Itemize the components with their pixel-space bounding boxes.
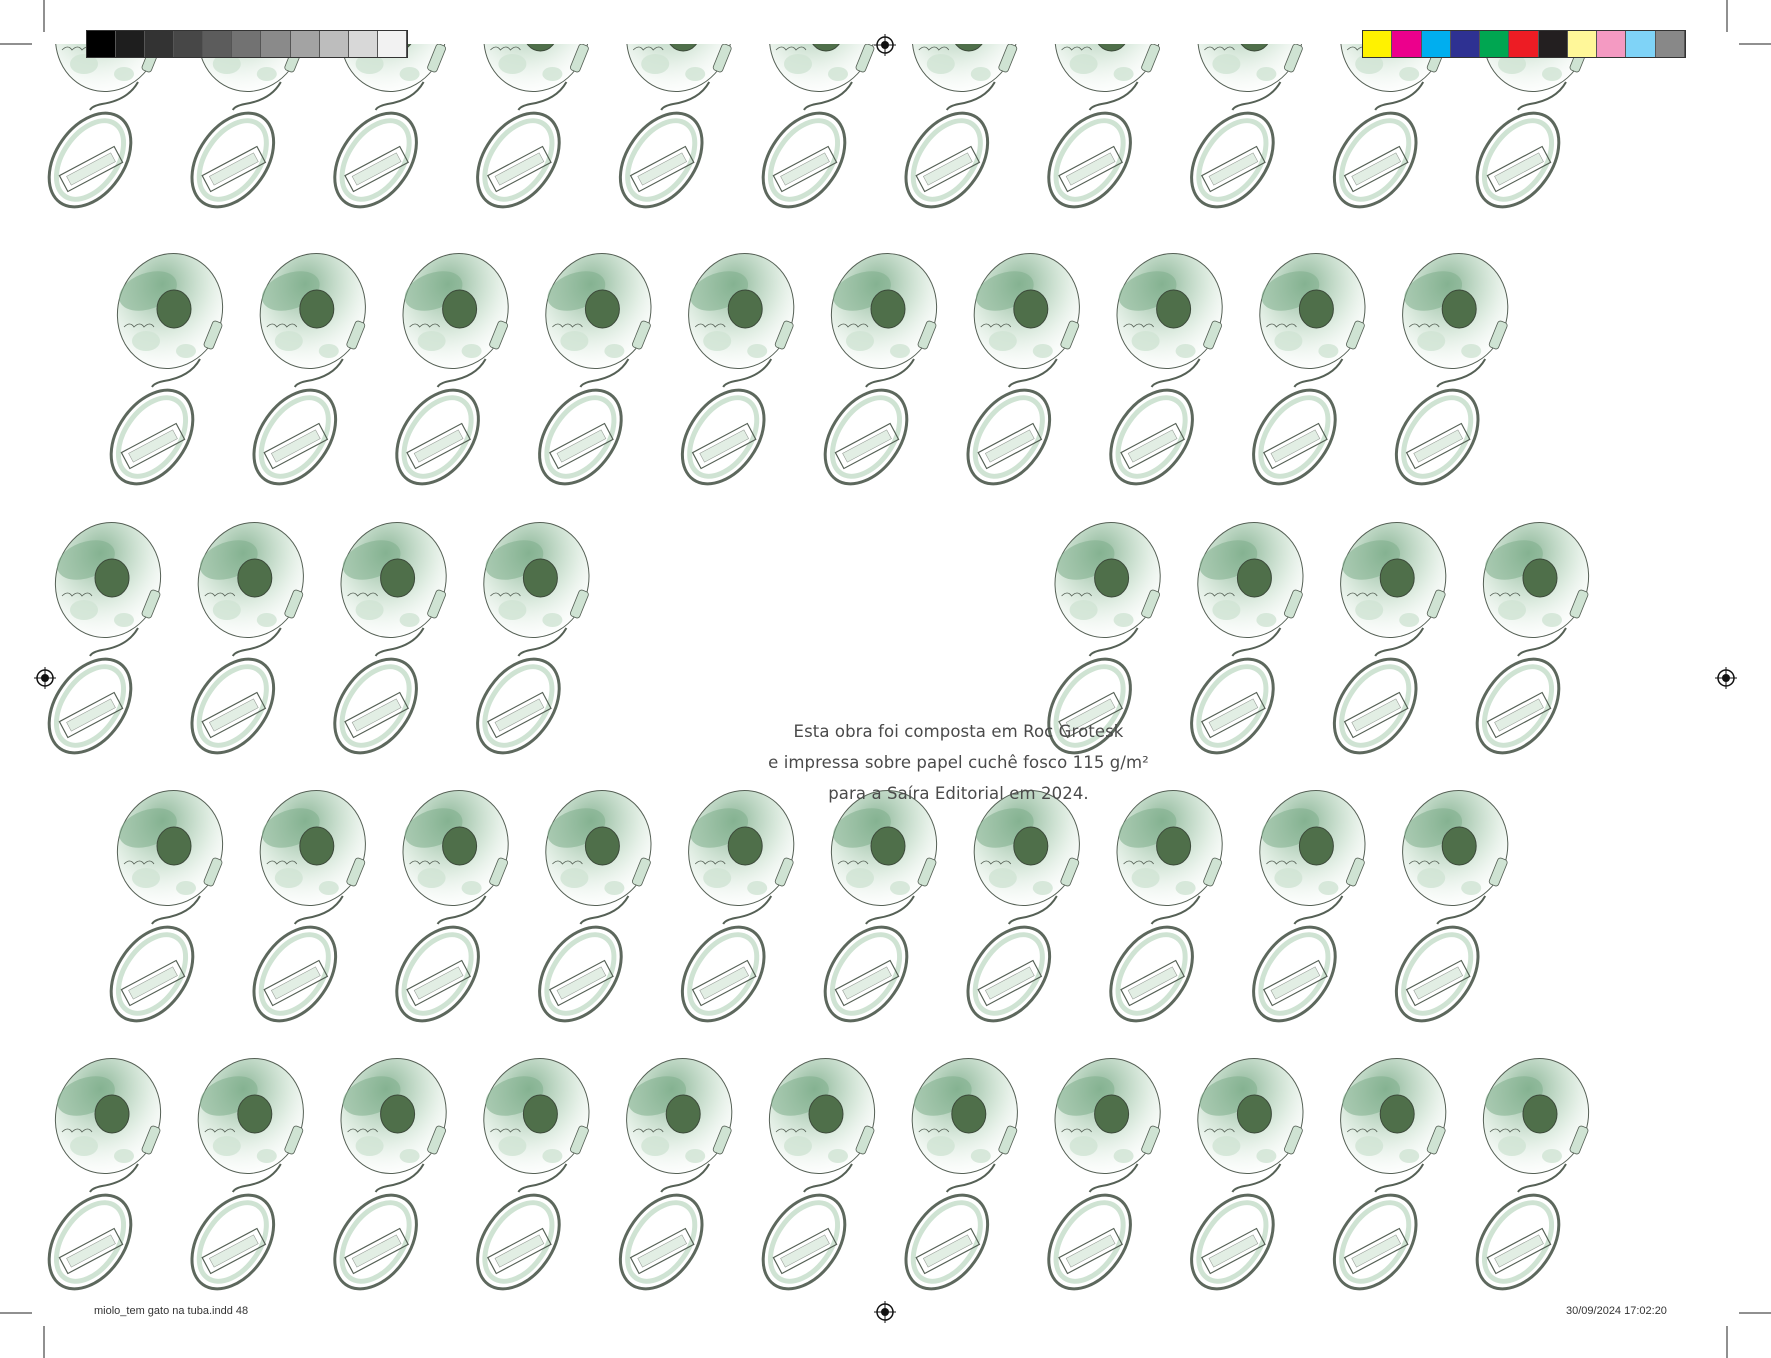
slug-filename: miolo_tem gato na tuba.indd 48 <box>94 1305 249 1317</box>
sousaphone-icon <box>395 253 509 486</box>
sousaphone-icon <box>1190 1058 1304 1291</box>
grayscale-swatch <box>261 31 291 57</box>
sousaphone-pattern <box>47 44 1590 1291</box>
sousaphone-icon <box>823 790 938 1023</box>
sousaphone-icon <box>904 44 1018 209</box>
sousaphone-icon <box>680 790 795 1023</box>
sousaphone-icon <box>1252 253 1366 486</box>
process-swatch <box>1597 31 1627 57</box>
sousaphone-icon <box>1047 44 1161 209</box>
sousaphone-icon <box>47 522 162 755</box>
sousaphone-icon <box>1332 522 1447 755</box>
sousaphone-icon <box>47 44 162 209</box>
sousaphone-icon <box>1109 790 1223 1023</box>
grayscale-swatch <box>348 31 378 57</box>
registration-mark-left <box>34 667 56 689</box>
sousaphone-icon <box>47 1058 162 1291</box>
sousaphone-icon <box>680 253 795 486</box>
grayscale-swatch <box>290 31 320 57</box>
process-swatch <box>1421 31 1451 57</box>
grayscale-swatch <box>319 31 349 57</box>
process-swatch <box>1626 31 1656 57</box>
process-swatch <box>1567 31 1598 57</box>
sousaphone-icon <box>252 790 366 1023</box>
sousaphone-icon <box>1332 44 1447 209</box>
page-spread: Esta obra foi composta em Roc Grotesk e … <box>44 44 1727 1313</box>
sousaphone-icon <box>1475 522 1590 755</box>
sousaphone-icon <box>1475 1058 1590 1291</box>
sousaphone-icon <box>966 790 1080 1023</box>
sousaphone-icon <box>476 1058 590 1291</box>
process-swatch <box>1363 31 1393 57</box>
sousaphone-icon <box>1332 1058 1447 1291</box>
sousaphone-icon <box>333 1058 447 1291</box>
sousaphone-icon <box>1047 1058 1161 1291</box>
sousaphone-icon <box>538 790 652 1023</box>
sousaphone-icon <box>190 44 304 209</box>
sousaphone-icon <box>538 253 652 486</box>
sousaphone-icon <box>618 44 733 209</box>
colophon-line-3: para a Saíra Editorial em 2024. <box>828 784 1089 803</box>
colophon-line-1: Esta obra foi composta em Roc Grotesk <box>793 722 1124 741</box>
process-swatch <box>1509 31 1539 57</box>
slug-datetime: 30/09/2024 17:02:20 <box>1566 1305 1667 1317</box>
grayscale-swatch <box>203 31 233 57</box>
sousaphone-icon <box>109 253 224 486</box>
sousaphone-icon <box>109 790 224 1023</box>
grayscale-color-bar <box>86 30 408 58</box>
sousaphone-icon <box>904 1058 1018 1291</box>
sousaphone-icon <box>1190 44 1304 209</box>
process-swatch <box>1450 31 1481 57</box>
grayscale-swatch <box>116 31 146 57</box>
process-swatch <box>1655 31 1685 57</box>
sousaphone-icon <box>1252 790 1366 1023</box>
sousaphone-icon <box>1109 253 1223 486</box>
sousaphone-icon <box>190 522 304 755</box>
registration-mark-bottom <box>874 1301 896 1323</box>
sousaphone-icon <box>1475 44 1590 209</box>
process-swatch <box>1392 31 1422 57</box>
grayscale-swatch <box>145 31 175 57</box>
sousaphone-icon <box>761 44 876 209</box>
sousaphone-icon <box>252 253 366 486</box>
grayscale-swatch <box>377 31 407 57</box>
print-sheet: Esta obra foi composta em Roc Grotesk e … <box>0 0 1771 1358</box>
registration-mark-top <box>874 34 896 56</box>
grayscale-swatch <box>87 31 117 57</box>
process-color-bar <box>1362 30 1686 58</box>
colophon-line-2: e impressa sobre papel cuchê fosco 115 g… <box>768 753 1149 772</box>
sousaphone-icon <box>618 1058 733 1291</box>
process-swatch <box>1538 31 1568 57</box>
sousaphone-icon <box>476 44 590 209</box>
registration-mark-right <box>1715 667 1737 689</box>
sousaphone-icon <box>190 1058 304 1291</box>
sousaphone-icon <box>1394 253 1509 486</box>
sousaphone-icon <box>966 253 1080 486</box>
grayscale-swatch <box>232 31 262 57</box>
sousaphone-icon <box>476 522 590 755</box>
sousaphone-icon <box>333 44 447 209</box>
sousaphone-icon <box>1394 790 1509 1023</box>
process-swatch <box>1480 31 1510 57</box>
sousaphone-icon <box>761 1058 876 1291</box>
colophon: Esta obra foi composta em Roc Grotesk e … <box>706 716 1211 809</box>
grayscale-swatch <box>174 31 204 57</box>
sousaphone-icon <box>333 522 447 755</box>
sousaphone-icon <box>395 790 509 1023</box>
sousaphone-icon <box>823 253 938 486</box>
